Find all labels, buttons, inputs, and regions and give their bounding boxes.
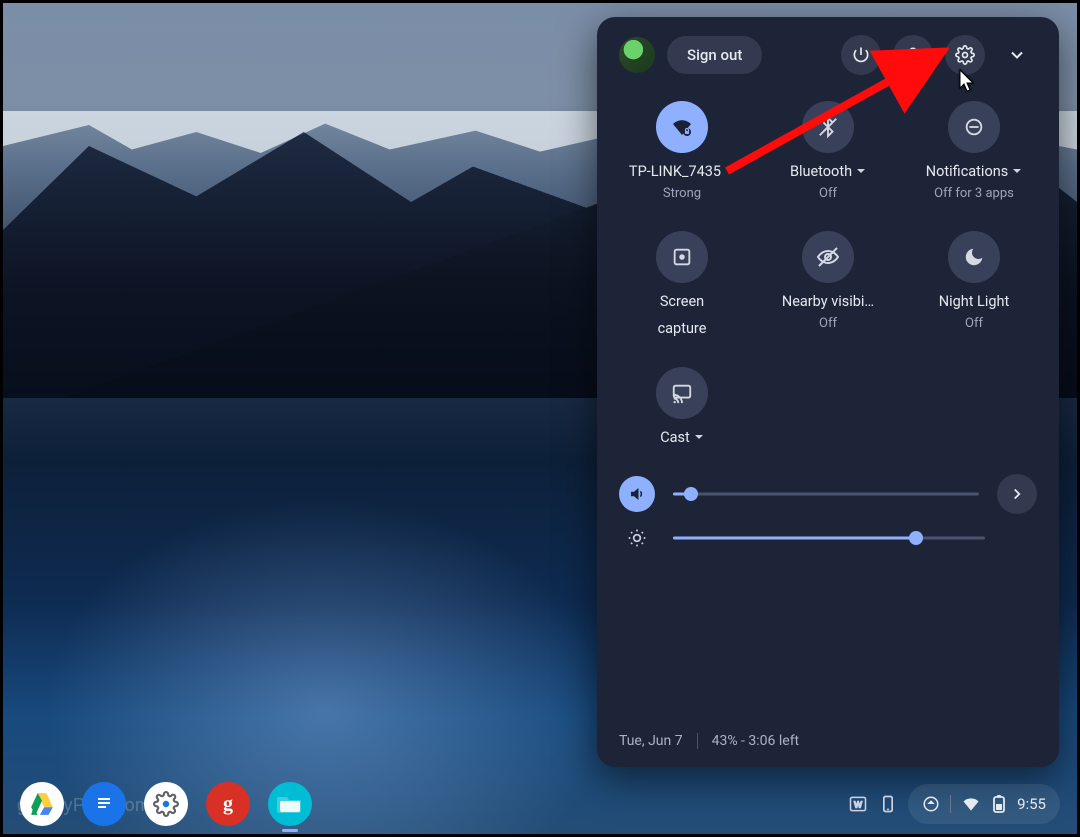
tile-label-row: Cast xyxy=(660,429,704,446)
tile-wifi[interactable]: TP-LINK_7435 Strong xyxy=(609,101,755,201)
quick-settings-panel: Sign out TP-LINK_7435StrongBluetoothOffN… xyxy=(597,17,1059,767)
gear-icon xyxy=(153,791,179,817)
volume-row xyxy=(619,472,1037,516)
notifications-icon xyxy=(948,101,1000,153)
caret-down-icon xyxy=(725,163,735,180)
nightlight-icon xyxy=(948,231,1000,283)
audio-settings-button[interactable] xyxy=(997,474,1037,514)
tile-label-row: Notifications xyxy=(926,163,1022,180)
brightness-slider[interactable] xyxy=(673,528,985,548)
volume-icon xyxy=(628,485,646,503)
wifi-icon xyxy=(961,794,981,814)
power-button[interactable] xyxy=(841,35,881,75)
shelf-status-area: W 9:55 xyxy=(848,784,1060,824)
tile-sublabel: Off xyxy=(819,186,837,201)
collapse-button[interactable] xyxy=(997,35,1037,75)
nearby-icon xyxy=(802,231,854,283)
tile-sublabel: Off xyxy=(965,316,983,331)
status-tray[interactable]: 9:55 xyxy=(908,784,1060,824)
brightness-icon xyxy=(627,528,647,548)
docs-icon xyxy=(93,791,115,817)
tile-nightlight[interactable]: Night Light Off xyxy=(901,231,1047,337)
tile-bluetooth[interactable]: Bluetooth Off xyxy=(755,101,901,201)
sign-out-label: Sign out xyxy=(687,46,742,64)
bluetooth-icon xyxy=(802,101,854,153)
notifications-indicator-icon xyxy=(922,795,940,813)
tile-label: TP-LINK_7435 xyxy=(629,163,721,180)
chevron-down-icon xyxy=(1007,45,1027,65)
shelf: g W 9:55 xyxy=(6,777,1074,831)
panel-footer: Tue, Jun 7 43% - 3:06 left xyxy=(597,719,1059,767)
tile-label: Screen xyxy=(660,293,704,310)
footer-date: Tue, Jun 7 xyxy=(619,733,683,749)
footer-battery: 43% - 3:06 left xyxy=(712,733,800,749)
desktop-wallpaper: groovyPost.com Sign out TP-LINK_7435Stro… xyxy=(0,0,1080,837)
lock-icon xyxy=(903,45,923,65)
app-google-drive[interactable] xyxy=(20,782,64,826)
sign-out-button[interactable]: Sign out xyxy=(667,36,762,74)
brightness-row xyxy=(619,516,1037,560)
chevron-right-icon xyxy=(1008,485,1026,503)
app-google-docs[interactable] xyxy=(82,782,126,826)
tile-label-row: Screen xyxy=(660,293,704,310)
gear-icon xyxy=(955,45,975,65)
tile-label-line2: capture xyxy=(658,320,707,337)
active-app-indicator xyxy=(282,829,298,832)
footer-divider xyxy=(697,733,698,749)
battery-icon xyxy=(991,794,1007,814)
volume-button[interactable] xyxy=(619,476,655,512)
clock: 9:55 xyxy=(1017,795,1046,813)
word-square-icon: W xyxy=(848,794,868,814)
caret-down-icon xyxy=(856,163,866,180)
tile-sublabel: Off xyxy=(819,316,837,331)
brightness-button[interactable] xyxy=(619,520,655,556)
tile-label: Cast xyxy=(660,429,690,446)
tile-notifications[interactable]: Notifications Off for 3 apps xyxy=(901,101,1047,201)
volume-slider[interactable] xyxy=(673,484,979,504)
caret-down-icon xyxy=(1012,163,1022,180)
app-settings[interactable] xyxy=(144,782,188,826)
tile-label-row: Night Light xyxy=(939,293,1010,310)
tile-label-row: Bluetooth xyxy=(790,163,866,180)
tile-label-row: Nearby visibi… xyxy=(782,293,874,310)
user-avatar[interactable] xyxy=(619,37,655,73)
tile-label: Bluetooth xyxy=(790,163,852,180)
tile-label-row: TP-LINK_7435 xyxy=(629,163,735,180)
phone-icon xyxy=(878,794,898,814)
drive-icon xyxy=(29,791,55,817)
phone-hub-tray[interactable]: W xyxy=(848,794,898,814)
tile-nearby[interactable]: Nearby visibi… Off xyxy=(755,231,901,337)
quick-settings-tiles: TP-LINK_7435 Strong Bluetooth Off Notificati… xyxy=(597,83,1059,446)
tile-label: Notifications xyxy=(926,163,1008,180)
app-groovypost[interactable]: g xyxy=(206,782,250,826)
tile-sublabel: Off for 3 apps xyxy=(934,186,1014,201)
tile-cast[interactable]: Cast xyxy=(609,367,755,446)
tray-divider xyxy=(950,795,951,813)
cast-icon xyxy=(656,367,708,419)
tile-sublabel: Strong xyxy=(663,186,701,201)
tile-label: capture xyxy=(658,320,707,337)
screencap-icon xyxy=(656,231,708,283)
power-icon xyxy=(851,45,871,65)
panel-header: Sign out xyxy=(597,17,1059,83)
tile-screencap[interactable]: Screen capture xyxy=(609,231,755,337)
settings-button[interactable] xyxy=(945,35,985,75)
folder-icon xyxy=(277,793,303,815)
sliders-section xyxy=(597,446,1059,560)
lock-button[interactable] xyxy=(893,35,933,75)
svg-text:W: W xyxy=(854,799,862,809)
tile-label: Night Light xyxy=(939,293,1010,310)
app-files[interactable] xyxy=(268,782,312,826)
wifi-icon xyxy=(656,101,708,153)
shelf-pinned-apps: g xyxy=(20,782,312,826)
caret-down-icon xyxy=(694,429,704,446)
g-letter-icon: g xyxy=(223,793,233,816)
tile-label: Nearby visibi… xyxy=(782,293,874,310)
